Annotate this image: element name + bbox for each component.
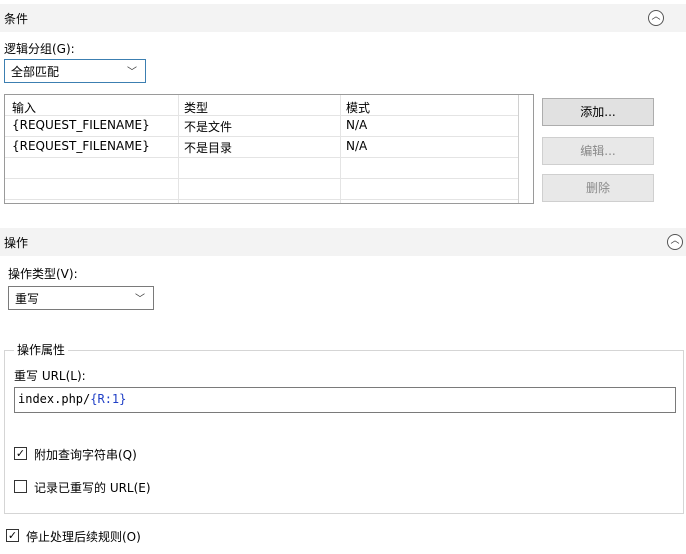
collapse-action-icon[interactable]: ︿ [667, 234, 683, 250]
column-header-type[interactable]: 类型 [184, 99, 208, 116]
conditions-list[interactable]: 输入 类型 模式 {REQUEST_FILENAME} 不是文件 N/A {RE… [4, 94, 534, 204]
cell-pattern: N/A [346, 118, 368, 132]
remove-condition-button[interactable]: 删除 [542, 174, 654, 202]
cell-input: {REQUEST_FILENAME} [12, 139, 150, 153]
table-row[interactable]: {REQUEST_FILENAME} 不是文件 N/A [5, 115, 519, 137]
conditions-list-header: 输入 类型 模式 [5, 95, 519, 116]
rewrite-url-label: 重写 URL(L): [14, 369, 86, 383]
append-query-label[interactable]: 附加查询字符串(Q) [34, 446, 137, 463]
table-row-empty [5, 157, 519, 179]
rewrite-url-prefix: index.php/ [18, 392, 91, 406]
cell-type: 不是文件 [184, 120, 233, 134]
table-row-empty [5, 178, 519, 200]
logical-grouping-label: 逻辑分组(G): [4, 42, 75, 56]
logical-grouping-select[interactable]: 全部匹配 ﹀ [4, 59, 146, 83]
action-type-select[interactable]: 重写 ﹀ [8, 286, 154, 310]
edit-condition-button[interactable]: 编辑... [542, 137, 654, 165]
rewrite-url-input[interactable]: index.php/{R:1} [14, 387, 676, 413]
action-type-label: 操作类型(V): [8, 267, 78, 281]
rewrite-url-variable: {R:1} [90, 392, 127, 406]
add-condition-button[interactable]: 添加... [542, 98, 654, 126]
column-header-input[interactable]: 输入 [12, 99, 36, 116]
cell-type: 不是目录 [184, 141, 233, 155]
checkmark-icon: ✓ [15, 447, 26, 460]
stop-processing-checkbox[interactable]: ✓ [6, 529, 19, 542]
chevron-down-icon: ﹀ [135, 294, 145, 305]
action-title: 操作 [4, 236, 29, 250]
chevron-down-icon: ﹀ [127, 67, 137, 78]
action-header: 操作 ︿ [0, 228, 686, 256]
logical-grouping-value: 全部匹配 [11, 65, 60, 79]
table-row[interactable]: {REQUEST_FILENAME} 不是目录 N/A [5, 136, 519, 158]
cell-input: {REQUEST_FILENAME} [12, 118, 150, 132]
conditions-header: 条件 ︿ [0, 4, 686, 32]
action-properties-title: 操作属性 [14, 341, 69, 358]
append-query-checkbox[interactable]: ✓ [14, 447, 27, 460]
conditions-title: 条件 [4, 12, 29, 26]
action-type-value: 重写 [15, 292, 40, 306]
stop-processing-label[interactable]: 停止处理后续规则(O) [26, 528, 141, 545]
log-rewritten-checkbox[interactable] [14, 480, 27, 493]
checkmark-icon: ✓ [7, 529, 18, 542]
cell-pattern: N/A [346, 139, 368, 153]
list-scrollbar[interactable] [518, 95, 533, 203]
column-header-pattern[interactable]: 模式 [346, 99, 370, 116]
collapse-conditions-icon[interactable]: ︿ [648, 10, 664, 26]
log-rewritten-label[interactable]: 记录已重写的 URL(E) [34, 479, 151, 496]
